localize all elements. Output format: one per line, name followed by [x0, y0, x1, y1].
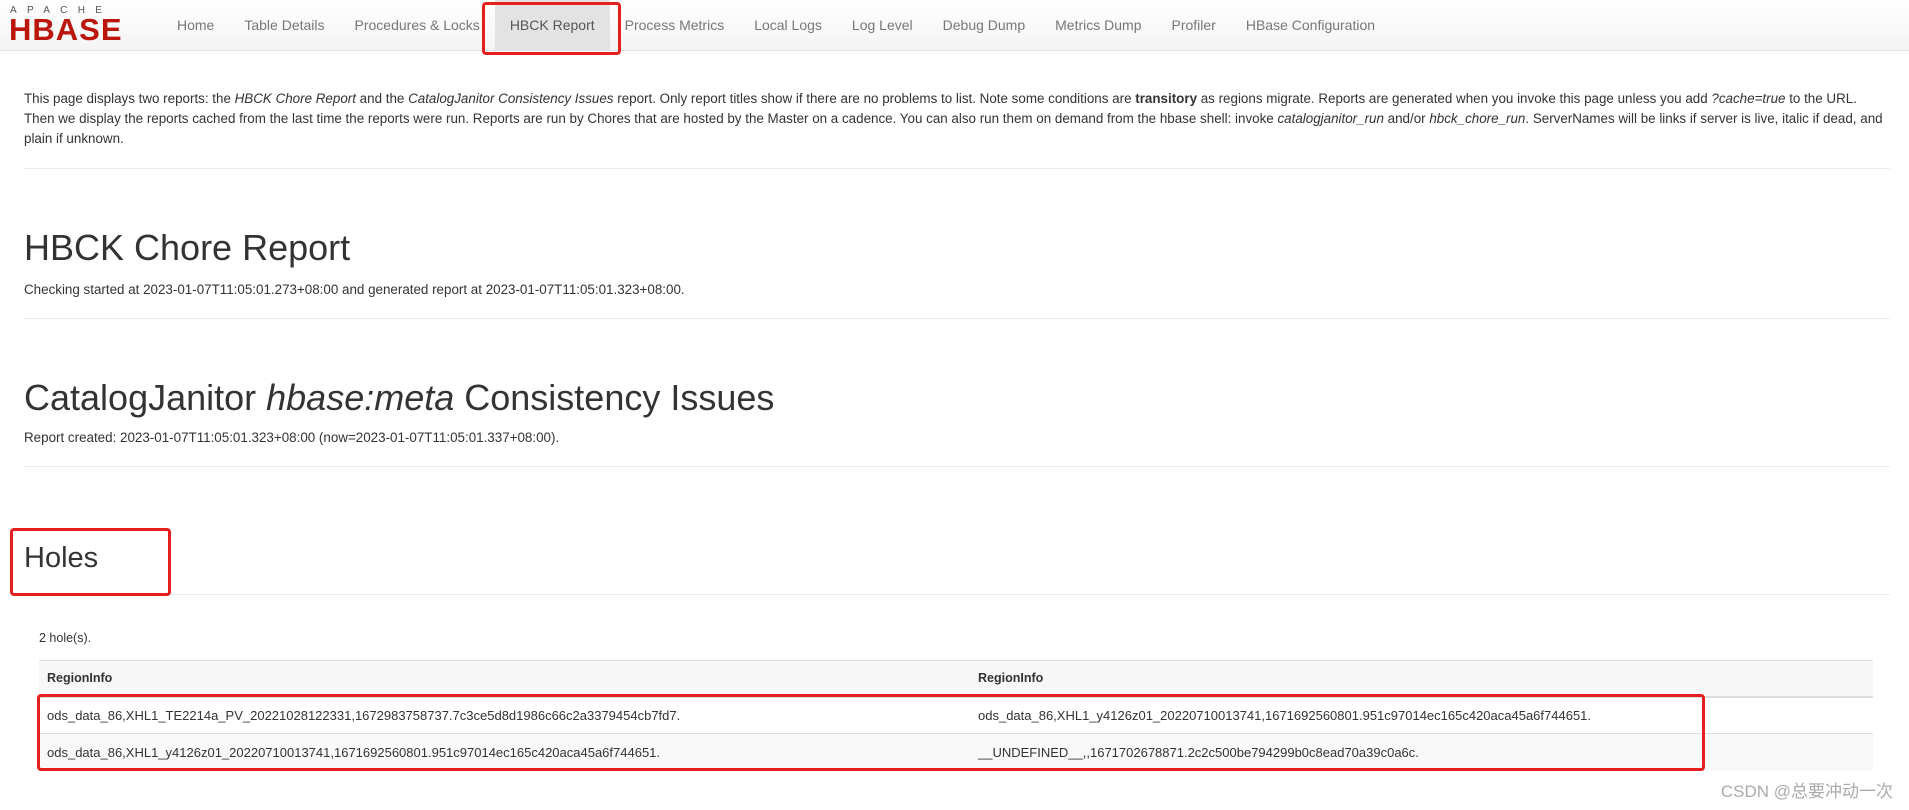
nav-procedures-locks[interactable]: Procedures & Locks [340, 0, 495, 50]
table-cell: __UNDEFINED__,,1671702678871.2c2c500be79… [970, 733, 1873, 771]
catalogjanitor-title-meta: hbase:meta [266, 377, 455, 418]
watermark-text: CSDN @总要冲动一次 [1720, 782, 1893, 801]
intro-paragraph: This page displays two reports: the HBCK… [24, 89, 1890, 149]
hbck-chore-report-title: HBCK Chore Report [24, 227, 351, 268]
intro-text: as regions migrate. Reports are generate… [1197, 91, 1712, 106]
nav-log-level[interactable]: Log Level [837, 0, 928, 50]
holes-table: RegionInfo RegionInfo ods_data_86,XHL1_T… [39, 660, 1873, 771]
catalogjanitor-title-pre: CatalogJanitor [24, 377, 267, 418]
catalogjanitor-subtitle: Report created: 2023-01-07T11:05:01.323+… [24, 430, 560, 445]
nav-local-logs[interactable]: Local Logs [739, 0, 837, 50]
intro-text: and/or [1383, 111, 1430, 126]
divider [24, 594, 1890, 595]
holes-table-wrapper: RegionInfo RegionInfo ods_data_86,XHL1_T… [39, 660, 1873, 771]
column-header-regioninfo: RegionInfo [970, 660, 1873, 698]
holes-count: 2 hole(s). [39, 631, 92, 645]
catalogjanitor-title-post: Consistency Issues [454, 377, 775, 418]
holes-title: Holes [24, 542, 99, 574]
column-header-regioninfo: RegionInfo [39, 660, 970, 698]
nav-table-details[interactable]: Table Details [229, 0, 339, 50]
divider [24, 168, 1890, 169]
catalogjanitor-title: CatalogJanitor hbase:meta Consistency Is… [24, 378, 774, 418]
intro-transitory: transitory [1135, 91, 1198, 106]
nav-debug-dump[interactable]: Debug Dump [928, 0, 1041, 50]
hbck-chore-report-subtitle: Checking started at 2023-01-07T11:05:01.… [24, 282, 685, 297]
intro-text: and the [355, 91, 409, 106]
divider [24, 466, 1890, 467]
table-row: ods_data_86,XHL1_TE2214a_PV_202210281223… [39, 696, 1873, 734]
table-header-row: RegionInfo RegionInfo [39, 660, 1873, 698]
nav-menu: Home Table Details Procedures & Locks HB… [162, 0, 1390, 50]
intro-cache-param: ?cache=true [1711, 91, 1786, 106]
nav-hbck-report[interactable]: HBCK Report [494, 0, 610, 50]
nav-metrics-dump[interactable]: Metrics Dump [1040, 0, 1156, 50]
table-row: ods_data_86,XHL1_y4126z01_20220710013741… [39, 733, 1873, 771]
top-navbar: APACHE HBASE Home Table Details Procedur… [0, 0, 1909, 51]
nav-profiler[interactable]: Profiler [1157, 0, 1231, 50]
intro-catalogjanitor-run: catalogjanitor_run [1277, 111, 1384, 126]
intro-text: This page displays two reports: the [24, 91, 235, 106]
nav-process-metrics[interactable]: Process Metrics [610, 0, 740, 50]
table-cell: ods_data_86,XHL1_TE2214a_PV_202210281223… [39, 696, 970, 734]
table-cell: ods_data_86,XHL1_y4126z01_20220710013741… [970, 696, 1873, 734]
intro-catalogjanitor-report: CatalogJanitor Consistency Issues [408, 91, 614, 106]
table-cell: ods_data_86,XHL1_y4126z01_20220710013741… [39, 733, 970, 771]
nav-hbase-configuration[interactable]: HBase Configuration [1231, 0, 1390, 50]
intro-text: report. Only report titles show if there… [613, 91, 1136, 106]
divider [24, 318, 1890, 319]
intro-hbck-chore-report: HBCK Chore Report [234, 91, 356, 106]
hbase-logo[interactable]: APACHE HBASE [9, 5, 146, 47]
intro-hbck-chore-run: hbck_chore_run [1429, 111, 1526, 126]
nav-home[interactable]: Home [162, 0, 229, 50]
logo-hbase-text: HBASE [9, 12, 123, 47]
